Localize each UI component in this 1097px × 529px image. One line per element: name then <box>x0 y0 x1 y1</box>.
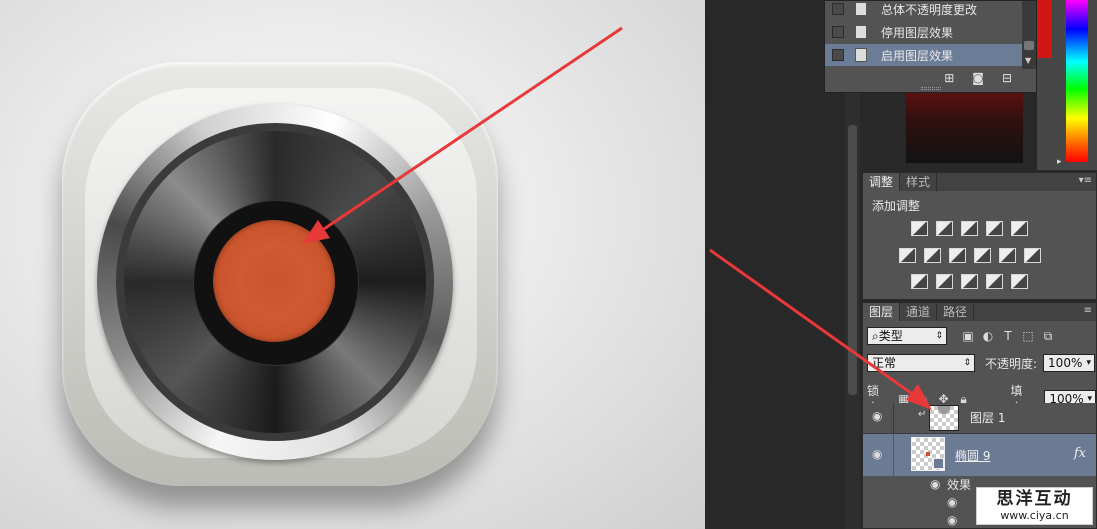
resize-grip[interactable] <box>921 87 941 90</box>
foreground-color-swatch[interactable] <box>1037 0 1052 58</box>
panel-menu-icon[interactable]: ▾≡ <box>1079 175 1092 186</box>
shape-filter-icon[interactable]: ⬚ <box>1021 329 1035 343</box>
tab-layers[interactable]: 图层 <box>863 303 901 321</box>
hue-spectrum-slider[interactable] <box>1066 0 1088 162</box>
chevron-down-icon[interactable]: ▼ <box>1025 56 1031 65</box>
gamut-marker-icon: ▸ <box>1057 157 1062 167</box>
camera-icon[interactable]: ◙ <box>972 71 984 85</box>
history-checkbox[interactable] <box>832 3 844 15</box>
history-item-label: 总体不透明度更改 <box>881 2 978 17</box>
history-checkbox[interactable] <box>832 26 844 38</box>
tab-paths[interactable]: 路径 <box>937 303 975 321</box>
thumbnail-shape <box>926 452 930 456</box>
layer-thumbnail[interactable] <box>929 405 959 431</box>
opacity-label: 不透明度: <box>985 356 1038 371</box>
photo-filter-icon[interactable] <box>974 248 991 263</box>
eye-icon[interactable]: ◉ <box>872 409 882 423</box>
tab-styles[interactable]: 样式 <box>900 173 938 191</box>
hue-saturation-icon[interactable] <box>899 248 916 263</box>
layer-name[interactable]: 椭圆 9 <box>955 447 990 464</box>
image-filter-icon[interactable]: ▣ <box>961 329 975 343</box>
adjustment-icons-row-3 <box>911 274 1028 289</box>
clip-arrow-icon: ↵ <box>918 409 927 420</box>
history-item-selected[interactable]: 启用图层效果 <box>825 44 1022 66</box>
fx-icon[interactable]: fx <box>1074 446 1086 461</box>
eye-icon[interactable]: ◉ <box>872 447 882 461</box>
color-balance-icon[interactable] <box>924 248 941 263</box>
panel-dock-scrollbar[interactable] <box>845 90 860 529</box>
record-label-orange <box>213 220 335 342</box>
curves-icon[interactable] <box>961 221 978 236</box>
history-checkbox[interactable] <box>832 49 844 61</box>
divider <box>893 434 894 476</box>
document-icon <box>855 2 867 16</box>
add-adjustment-title: 添加调整 <box>872 199 921 213</box>
divider <box>893 403 894 433</box>
tab-adjustments[interactable]: 调整 <box>863 173 901 191</box>
document-canvas[interactable] <box>0 0 705 529</box>
adjustments-panel: 调整 样式 ▾≡ 添加调整 <box>862 172 1097 300</box>
layer-name[interactable]: 图层 1 <box>970 409 1005 426</box>
history-panel: 总体不透明度更改 停用图层效果 启用图层效果 ▼ ⊞ ◙ ⊟ <box>824 0 1037 93</box>
smart-object-filter-icon[interactable]: ⧉ <box>1041 329 1055 343</box>
selective-color-icon[interactable] <box>986 274 1003 289</box>
color-lookup-icon[interactable] <box>1024 248 1041 263</box>
gradient-map-icon[interactable] <box>1011 274 1028 289</box>
eye-icon[interactable]: ◉ <box>947 495 957 509</box>
layer-row[interactable]: ◉ ↵ 图层 1 <box>863 403 1096 433</box>
history-item-label: 停用图层效果 <box>881 25 954 40</box>
scrollbar-thumb[interactable] <box>1024 41 1034 50</box>
chevron-updown-icon: ⇕ <box>963 358 971 368</box>
history-item[interactable]: 停用图层效果 <box>825 21 1022 43</box>
invert-icon[interactable] <box>911 274 928 289</box>
shape-layer-icon <box>933 458 944 469</box>
opacity-value: 100% <box>1048 356 1083 370</box>
chevron-down-icon: ▾ <box>1086 358 1092 368</box>
thumbnail-shape <box>938 406 950 414</box>
document-icon <box>855 25 867 39</box>
panel-menu-icon[interactable]: ≡ <box>1084 305 1092 316</box>
threshold-icon[interactable] <box>961 274 978 289</box>
blend-row: 正常 ⇕ 不透明度: 100% ▾ <box>867 354 1096 372</box>
adjustment-icons-row-2 <box>899 248 1041 263</box>
type-filter-icon[interactable]: T <box>1001 329 1015 343</box>
effects-label: 效果 <box>947 478 972 492</box>
levels-icon[interactable] <box>936 221 953 236</box>
history-item[interactable]: 总体不透明度更改 <box>825 0 1022 20</box>
brightness-icon[interactable] <box>911 221 928 236</box>
black-white-icon[interactable] <box>949 248 966 263</box>
new-snapshot-icon[interactable]: ⊞ <box>944 71 954 85</box>
photoshop-window: ▸ 总体不透明度更改 停用图层效果 启用图层效果 ▼ ⊞ ◙ ⊟ 调整 样式 ▾… <box>0 0 1097 529</box>
blend-mode-value: 正常 <box>872 356 897 370</box>
opacity-input[interactable]: 100% ▾ <box>1043 354 1096 372</box>
exposure-icon[interactable] <box>986 221 1003 236</box>
layer-row-selected[interactable]: ◉ 椭圆 9 fx <box>863 434 1096 476</box>
filter-row: ⌕类型 ⇕ ▣ ◐ T ⬚ ⧉ <box>867 327 1055 345</box>
posterize-icon[interactable] <box>936 274 953 289</box>
adjustment-filter-icon[interactable]: ◐ <box>981 329 995 343</box>
vibrance-icon[interactable] <box>1011 221 1028 236</box>
channel-mixer-icon[interactable] <box>999 248 1016 263</box>
history-scrollbar[interactable]: ▼ <box>1022 1 1036 69</box>
layers-tabbar: 图层 通道 路径 ≡ <box>863 303 1096 321</box>
chevron-updown-icon: ⇕ <box>935 331 943 341</box>
trash-icon[interactable]: ⊟ <box>1002 71 1012 85</box>
search-icon: ⌕ <box>872 329 879 343</box>
history-item-label: 启用图层效果 <box>881 48 954 63</box>
watermark-title: 思洋互动 <box>996 489 1073 509</box>
adjustment-icons-row-1 <box>911 221 1028 236</box>
document-icon <box>855 48 867 62</box>
adjustments-tabbar: 调整 样式 ▾≡ <box>863 173 1096 191</box>
color-field[interactable] <box>906 93 1023 163</box>
filter-type-select[interactable]: ⌕类型 ⇕ <box>867 327 947 345</box>
eye-icon[interactable]: ◉ <box>947 513 957 527</box>
watermark-logo: 思洋互动 www.ciya.cn <box>976 487 1093 525</box>
watermark-url: www.ciya.cn <box>1000 509 1069 522</box>
tab-channels[interactable]: 通道 <box>900 303 938 321</box>
scrollbar-thumb[interactable] <box>848 125 857 395</box>
blend-mode-select[interactable]: 正常 ⇕ <box>867 354 975 372</box>
filter-type-label: 类型 <box>878 329 903 343</box>
eye-icon[interactable]: ◉ <box>930 477 940 491</box>
history-toolbar: ⊞ ◙ ⊟ <box>825 69 1036 87</box>
